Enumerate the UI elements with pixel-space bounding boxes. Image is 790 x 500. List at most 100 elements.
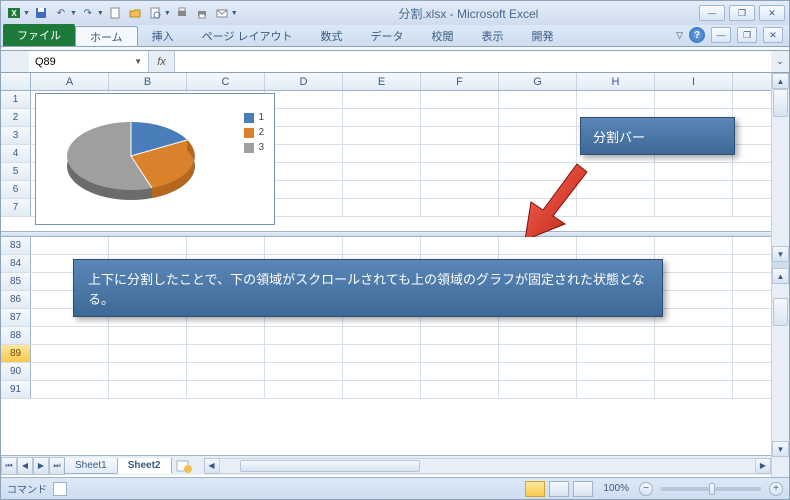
undo-icon[interactable]: ↶ [52,4,70,22]
cell[interactable] [499,381,577,398]
pie-chart[interactable]: 1 2 3 [35,93,275,225]
preview-dropdown-icon[interactable]: ▼ [164,10,171,17]
col-header[interactable]: I [655,73,733,90]
open-icon[interactable] [126,4,144,22]
cell[interactable] [655,345,733,362]
workbook-minimize-button[interactable]: — [711,27,731,43]
row-header[interactable]: 7 [1,199,31,216]
cell[interactable] [655,309,733,326]
cell[interactable] [343,345,421,362]
col-header[interactable]: H [577,73,655,90]
close-button[interactable]: ✕ [759,5,785,21]
zoom-slider[interactable] [661,487,761,491]
cell[interactable] [265,91,343,108]
tab-developer[interactable]: 開発 [518,26,568,46]
horizontal-scrollbar[interactable]: ◀ ▶ [204,458,772,474]
cell[interactable] [343,145,421,162]
cell[interactable] [499,91,577,108]
cell[interactable] [343,363,421,380]
row-header[interactable]: 5 [1,163,31,180]
hscroll-thumb[interactable] [240,460,420,472]
zoom-out-button[interactable]: − [639,482,653,496]
row-header[interactable]: 2 [1,109,31,126]
col-header[interactable]: F [421,73,499,90]
tab-nav-first-icon[interactable]: ⏮ [1,457,17,475]
cell[interactable] [655,237,733,254]
view-normal-icon[interactable] [525,481,545,497]
zoom-in-button[interactable]: + [769,482,783,496]
formula-input[interactable] [175,51,771,72]
vertical-scrollbar[interactable]: ▲ ▼ ▲ ▼ [771,73,789,477]
cell[interactable] [421,145,499,162]
cell[interactable] [655,291,733,308]
col-header[interactable]: A [31,73,109,90]
cell[interactable] [265,163,343,180]
cell[interactable] [187,327,265,344]
cell[interactable] [577,327,655,344]
cell[interactable] [187,363,265,380]
cell[interactable] [265,109,343,126]
col-header[interactable]: C [187,73,265,90]
tab-nav-next-icon[interactable]: ▶ [33,457,49,475]
tab-home[interactable]: ホーム [75,26,138,46]
col-header[interactable]: E [343,73,421,90]
preview-icon[interactable] [146,4,164,22]
qat-customize-icon[interactable]: ▼ [231,10,238,17]
cell[interactable] [265,237,343,254]
cell[interactable] [343,127,421,144]
cell[interactable] [499,345,577,362]
cell[interactable] [265,363,343,380]
cell[interactable] [421,127,499,144]
tab-insert[interactable]: 挿入 [138,26,188,46]
cell[interactable] [655,327,733,344]
name-box[interactable]: Q89 ▼ [29,51,149,72]
cell[interactable] [343,91,421,108]
row-header-selected[interactable]: 89 [1,345,31,362]
cell[interactable] [421,363,499,380]
cell[interactable] [577,237,655,254]
zoom-level[interactable]: 100% [603,483,629,494]
cell[interactable] [265,199,343,216]
cell[interactable] [655,273,733,290]
cell[interactable] [421,163,499,180]
cell[interactable] [343,181,421,198]
cell[interactable] [265,381,343,398]
select-all-corner[interactable] [1,73,31,90]
cell[interactable] [187,345,265,362]
cell[interactable] [265,181,343,198]
cell[interactable] [109,237,187,254]
tab-formulas[interactable]: 数式 [307,26,357,46]
cell[interactable] [109,363,187,380]
cell[interactable] [655,255,733,272]
cell[interactable] [421,327,499,344]
cell[interactable] [655,363,733,380]
cell[interactable] [343,237,421,254]
maximize-button[interactable]: ❐ [729,5,755,21]
redo-icon[interactable]: ↷ [79,4,97,22]
tab-data[interactable]: データ [357,26,418,46]
excel-dropdown-icon[interactable]: ▼ [23,10,30,17]
tab-nav-last-icon[interactable]: ⏭ [49,457,65,475]
vscroll-down-icon[interactable]: ▼ [772,246,789,262]
cell[interactable] [421,199,499,216]
save-icon[interactable] [32,4,50,22]
workbook-close-button[interactable]: ✕ [763,27,783,43]
row-header[interactable]: 87 [1,309,31,326]
sheet-tab-active[interactable]: Sheet2 [117,458,172,474]
row-header[interactable]: 83 [1,237,31,254]
col-header[interactable]: D [265,73,343,90]
cell[interactable] [265,345,343,362]
cell[interactable] [499,327,577,344]
cell[interactable] [655,181,733,198]
cell[interactable] [343,163,421,180]
quickprint-icon[interactable] [173,4,191,22]
cell[interactable] [31,237,109,254]
workbook-restore-button[interactable]: ❐ [737,27,757,43]
row-header[interactable]: 90 [1,363,31,380]
cell[interactable] [655,199,733,216]
vscroll-thumb-top[interactable] [773,89,788,117]
row-header[interactable]: 86 [1,291,31,308]
cell[interactable] [265,145,343,162]
hscroll-track[interactable] [219,458,757,474]
cell[interactable] [421,381,499,398]
